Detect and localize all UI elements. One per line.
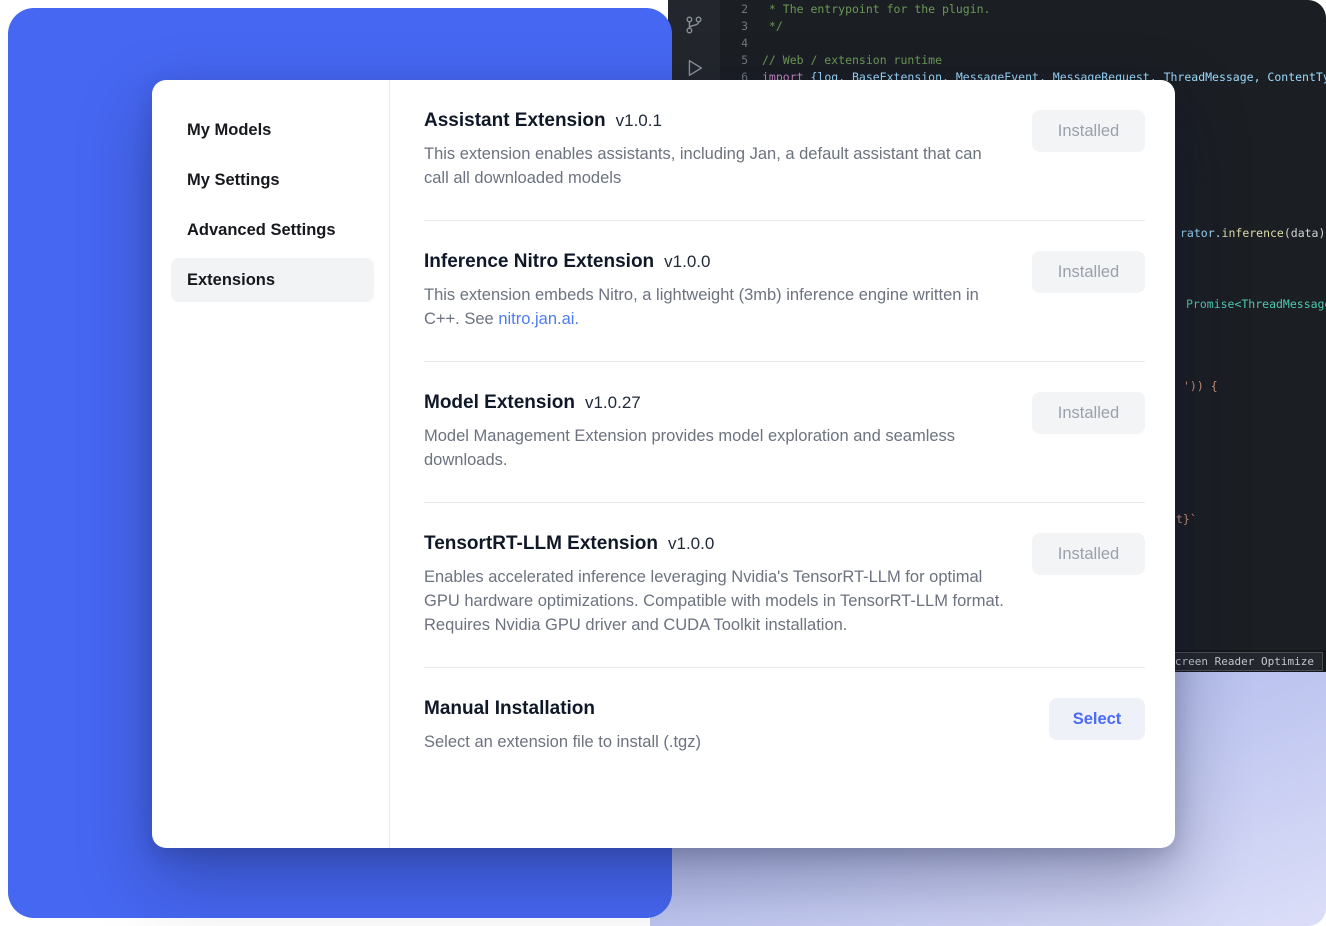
sidebar-item-label: My Settings — [187, 171, 280, 190]
installed-button[interactable]: Installed — [1032, 251, 1145, 293]
code-line: 3 */ — [720, 18, 1326, 35]
code-text: (data)); — [1284, 226, 1326, 240]
code-line: 2 * The entrypoint for the plugin. — [720, 1, 1326, 18]
extension-version: v1.0.0 — [668, 534, 714, 554]
nitro-jan-ai-link[interactable]: nitro.jan.ai. — [498, 310, 579, 328]
line-number: 4 — [720, 35, 748, 52]
settings-modal: My Models My Settings Advanced Settings … — [152, 80, 1175, 848]
select-file-button[interactable]: Select — [1049, 698, 1145, 740]
code-comment: */ — [762, 18, 783, 35]
code-line: 4 — [720, 35, 1326, 52]
extensions-panel: Assistant Extension v1.0.1 This extensio… — [390, 80, 1175, 848]
settings-sidebar: My Models My Settings Advanced Settings … — [152, 80, 390, 848]
installed-button[interactable]: Installed — [1032, 392, 1145, 434]
code-text: inference — [1222, 226, 1284, 240]
sidebar-item-my-models[interactable]: My Models — [171, 108, 374, 152]
extension-title: Inference Nitro Extension — [424, 251, 654, 273]
extension-title-row: Manual Installation — [424, 698, 701, 720]
extension-version: v1.0.1 — [616, 111, 662, 131]
code-fragment: rator.inference(data)); — [1180, 226, 1326, 240]
line-number: 2 — [720, 1, 748, 18]
extension-description: Model Management Extension provides mode… — [424, 424, 1008, 472]
line-number: 3 — [720, 18, 748, 35]
sidebar-item-my-settings[interactable]: My Settings — [171, 158, 374, 202]
installed-button[interactable]: Installed — [1032, 110, 1145, 152]
extension-entry-model: Model Extension v1.0.27 Model Management… — [424, 362, 1145, 503]
sidebar-item-extensions[interactable]: Extensions — [171, 258, 374, 302]
run-debug-icon[interactable] — [683, 57, 705, 82]
extension-title-row: Inference Nitro Extension v1.0.0 — [424, 251, 1008, 273]
sidebar-item-advanced-settings[interactable]: Advanced Settings — [171, 208, 374, 252]
editor-code-area: 2 * The entrypoint for the plugin. 3 */ … — [720, 1, 1326, 86]
code-text: rator. — [1180, 226, 1222, 240]
extension-description: Select an extension file to install (.tg… — [424, 730, 701, 754]
extension-version: v1.0.0 — [664, 252, 710, 272]
code-line: 5 // Web / extension runtime — [720, 52, 1326, 69]
code-fragment: t}` — [1176, 512, 1197, 526]
line-number: 5 — [720, 52, 748, 69]
extension-title-row: TensortRT-LLM Extension v1.0.0 — [424, 533, 1008, 555]
extension-title-row: Model Extension v1.0.27 — [424, 392, 1008, 414]
extension-info: TensortRT-LLM Extension v1.0.0 Enables a… — [424, 533, 1008, 637]
sidebar-item-label: Advanced Settings — [187, 221, 336, 240]
screen-reader-notice[interactable]: Screen Reader Optimize — [1159, 652, 1323, 671]
extension-title: TensortRT-LLM Extension — [424, 533, 658, 555]
extension-entry-inference-nitro: Inference Nitro Extension v1.0.0 This ex… — [424, 221, 1145, 362]
sidebar-item-label: My Models — [187, 121, 271, 140]
extension-entry-tensorrt-llm: TensortRT-LLM Extension v1.0.0 Enables a… — [424, 503, 1145, 668]
extension-title: Model Extension — [424, 392, 575, 414]
code-comment: // Web / extension runtime — [762, 52, 942, 69]
extension-description: Enables accelerated inference leveraging… — [424, 565, 1008, 637]
installed-button[interactable]: Installed — [1032, 533, 1145, 575]
extension-info: Assistant Extension v1.0.1 This extensio… — [424, 110, 1008, 190]
code-comment: * The entrypoint for the plugin. — [762, 1, 990, 18]
manual-installation-entry: Manual Installation Select an extension … — [424, 668, 1145, 784]
extension-version: v1.0.27 — [585, 393, 641, 413]
code-fragment: ')) { — [1183, 379, 1218, 393]
source-control-icon[interactable] — [683, 14, 705, 39]
sidebar-item-label: Extensions — [187, 271, 275, 290]
extension-description: This extension enables assistants, inclu… — [424, 142, 1008, 190]
code-fragment: Promise<ThreadMessage> — [1186, 297, 1326, 311]
extension-info: Model Extension v1.0.27 Model Management… — [424, 392, 1008, 472]
screen: 2 * The entrypoint for the plugin. 3 */ … — [0, 0, 1326, 926]
extension-info: Manual Installation Select an extension … — [424, 698, 701, 754]
extension-title-row: Assistant Extension v1.0.1 — [424, 110, 1008, 132]
extension-info: Inference Nitro Extension v1.0.0 This ex… — [424, 251, 1008, 331]
extension-entry-assistant: Assistant Extension v1.0.1 This extensio… — [424, 80, 1145, 221]
extension-title: Assistant Extension — [424, 110, 606, 132]
extension-title: Manual Installation — [424, 698, 595, 720]
extension-description: This extension embeds Nitro, a lightweig… — [424, 283, 1008, 331]
